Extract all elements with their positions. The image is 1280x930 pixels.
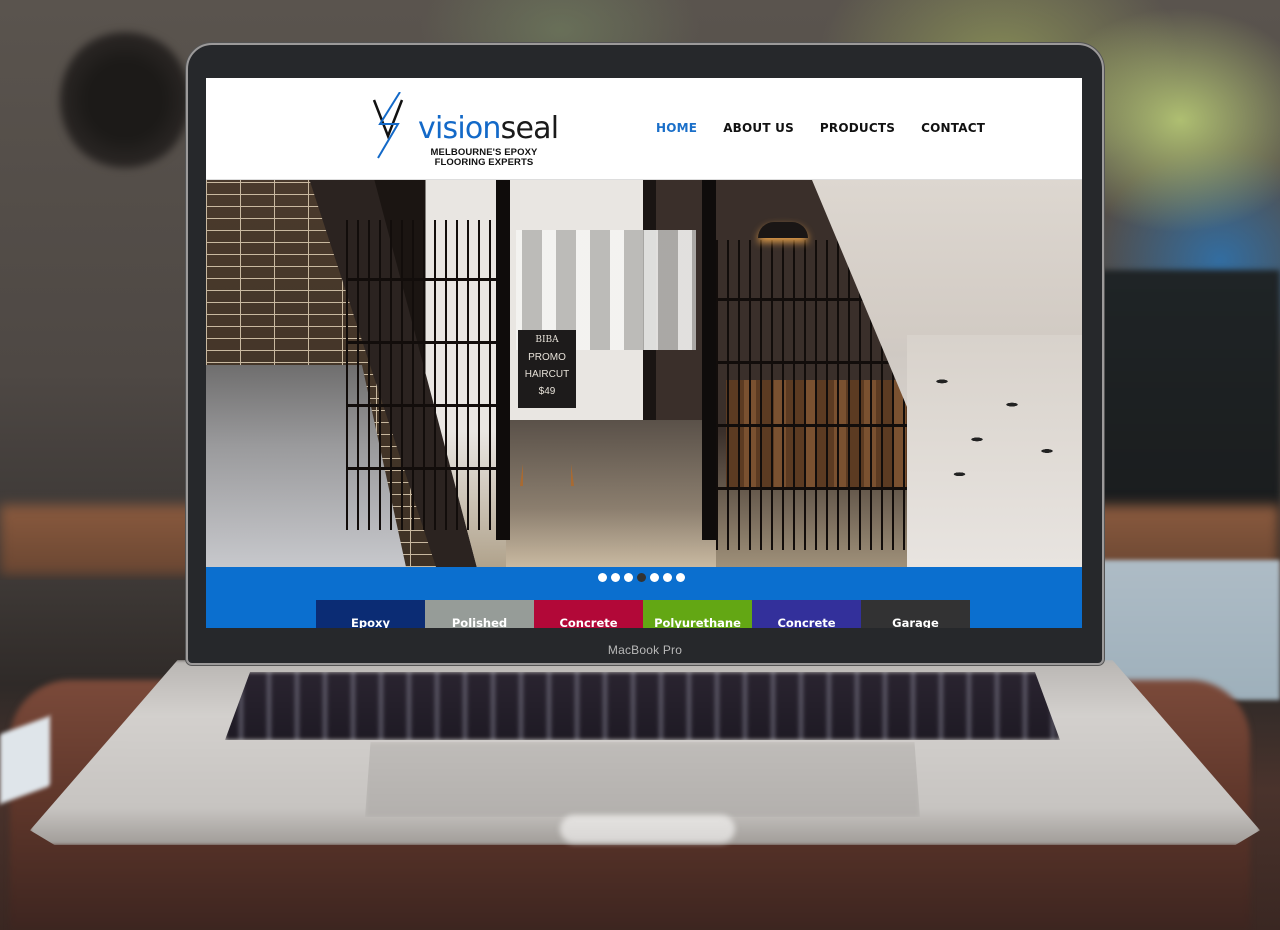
nav-products[interactable]: PRODUCTS — [820, 121, 895, 135]
logo-wordmark: visionseal — [418, 111, 559, 146]
gate-post — [702, 180, 716, 540]
logo-word-seal: seal — [500, 111, 559, 146]
shelf-blur-left — [0, 505, 200, 575]
main-nav: HOME ABOUT US PRODUCTS CONTACT — [656, 121, 985, 135]
sign-price: $49 — [538, 386, 556, 397]
tagline-line-2: FLOORING EXPERTS — [434, 157, 534, 168]
gate-post — [496, 180, 510, 540]
logo-word-vision: vision — [418, 111, 501, 146]
slider-pagination — [598, 573, 685, 582]
pendant-lamp — [758, 222, 808, 238]
slider-dot-2[interactable] — [611, 573, 620, 582]
device-label: MacBook Pro — [607, 643, 683, 657]
wrought-iron-gate-left — [346, 220, 506, 530]
category-polished[interactable]: Polished — [425, 600, 534, 628]
slider-dot-1[interactable] — [598, 573, 607, 582]
category-epoxy[interactable]: Epoxy — [316, 600, 425, 628]
sign-line-1: PROMO — [528, 352, 566, 363]
category-garage[interactable]: Garage — [861, 600, 970, 628]
site-logo[interactable]: visionseal MELBOURNE'S EPOXY FLOORING EX… — [372, 92, 559, 172]
sign-line-2: HAIRCUT — [524, 369, 570, 380]
category-concrete[interactable]: Concrete — [534, 600, 643, 628]
site-header: visionseal MELBOURNE'S EPOXY FLOORING EX… — [206, 78, 1082, 180]
sign-brand: BIBA — [535, 335, 559, 345]
slider-dot-4[interactable] — [637, 573, 646, 582]
slider-dot-3[interactable] — [624, 573, 633, 582]
laptop-keyboard — [225, 672, 1060, 740]
hero-slider-image: BIBA PROMO HAIRCUT $49 — [206, 180, 1082, 567]
nav-contact[interactable]: CONTACT — [921, 121, 985, 135]
speaker-blur — [60, 30, 190, 170]
slider-bar: Epoxy Polished Concrete Polyurethane Con… — [206, 567, 1082, 628]
promo-sign: BIBA PROMO HAIRCUT $49 — [518, 330, 576, 408]
laptop-trackpad — [365, 742, 920, 817]
v-lightning-logo-icon — [372, 92, 404, 159]
slider-dot-7[interactable] — [676, 573, 685, 582]
nav-home[interactable]: HOME — [656, 121, 697, 135]
slider-dot-6[interactable] — [663, 573, 672, 582]
nav-about-us[interactable]: ABOUT US — [723, 121, 794, 135]
slider-dot-5[interactable] — [650, 573, 659, 582]
category-tiles: Epoxy Polished Concrete Polyurethane Con… — [316, 600, 970, 628]
laptop-lid-notch — [560, 815, 735, 843]
category-polyurethane[interactable]: Polyurethane — [643, 600, 752, 628]
category-concrete-2[interactable]: Concrete — [752, 600, 861, 628]
laptop-screen: visionseal MELBOURNE'S EPOXY FLOORING EX… — [206, 78, 1082, 628]
logo-tagline: MELBOURNE'S EPOXY FLOORING EXPERTS — [424, 148, 544, 168]
white-epoxy-floor — [907, 335, 1082, 567]
